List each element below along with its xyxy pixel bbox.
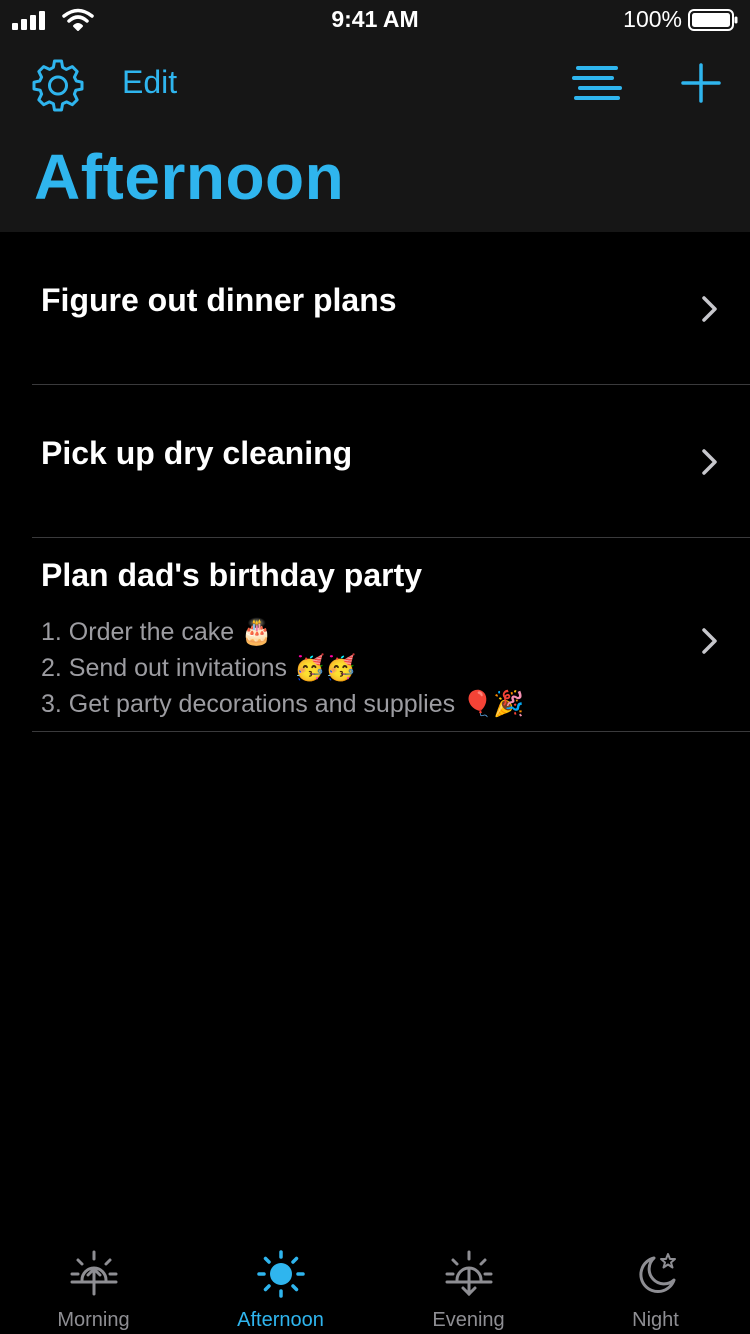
tab-label: Afternoon (237, 1309, 324, 1331)
moon-star-icon (638, 1253, 676, 1294)
task-title: Plan dad's birthday party (41, 557, 423, 593)
tab-label: Night (632, 1309, 679, 1331)
list-view-button[interactable] (572, 62, 624, 106)
task-title: Pick up dry cleaning (41, 435, 353, 471)
task-row[interactable]: Pick up dry cleaning (0, 385, 750, 538)
task-note-line: 1. Order the cake 🎂 (41, 618, 273, 646)
battery-percentage: 100% (623, 6, 682, 32)
chevron-right-icon (702, 628, 717, 654)
sun-icon (256, 1250, 305, 1298)
task-note-line: 3. Get party decorations and supplies 🎈🎉 (41, 690, 525, 718)
task-list: Figure out dinner plans Pick up dry clea… (0, 232, 750, 732)
divider (32, 731, 750, 732)
tab-afternoon[interactable]: Afternoon (187, 1242, 374, 1334)
list-icon (572, 66, 622, 100)
add-task-button[interactable] (680, 62, 722, 104)
chevron-right-icon (702, 296, 717, 322)
task-note-line: 2. Send out invitations 🥳🥳 (41, 654, 357, 682)
sunrise-icon (70, 1250, 117, 1296)
header: 9:41 AM 100% Edit Afternoon (0, 0, 750, 232)
tab-label: Morning (57, 1309, 130, 1331)
tab-label: Evening (432, 1309, 505, 1331)
task-title: Figure out dinner plans (41, 282, 397, 318)
tab-morning[interactable]: Morning (0, 1242, 187, 1334)
task-notes: 1. Order the cake 🎂 2. Send out invitati… (41, 614, 524, 722)
plus-icon (681, 63, 721, 103)
tab-bar: Morning Afternoon Evening Night (0, 1242, 750, 1334)
sunset-icon (445, 1250, 492, 1297)
page-title: Afternoon (34, 141, 345, 213)
settings-button[interactable] (30, 56, 86, 112)
chevron-right-icon (702, 449, 717, 475)
task-row[interactable]: Plan dad's birthday party 1. Order the c… (0, 538, 750, 732)
task-row[interactable]: Figure out dinner plans (0, 232, 750, 385)
battery-icon (688, 9, 738, 31)
edit-button[interactable]: Edit (122, 64, 177, 101)
status-bar: 9:41 AM 100% (0, 0, 750, 40)
tab-evening[interactable]: Evening (375, 1242, 562, 1334)
tab-night[interactable]: Night (562, 1242, 749, 1334)
gear-icon (32, 59, 84, 112)
